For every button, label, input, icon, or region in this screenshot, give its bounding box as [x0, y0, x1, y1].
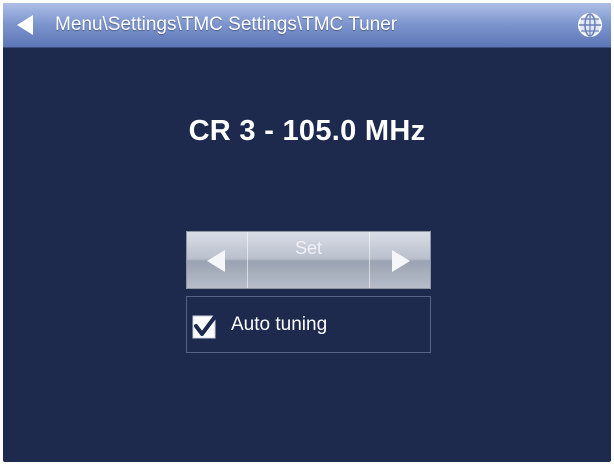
breadcrumb-path: Menu\Settings\TMC Settings\TMC Tuner	[55, 14, 398, 35]
tuner-stepper: Set	[186, 231, 431, 289]
title-bar: Menu\Settings\TMC Settings\TMC Tuner	[3, 3, 611, 48]
right-arrow-icon	[392, 250, 410, 272]
auto-tuning-toggle[interactable]: Auto tuning	[186, 296, 431, 353]
left-arrow-icon	[207, 250, 225, 272]
tmc-tuner-screen: Menu\Settings\TMC Settings\TMC Tuner CR …	[3, 3, 611, 462]
previous-station-button[interactable]	[187, 232, 248, 288]
auto-tuning-label: Auto tuning	[231, 314, 328, 335]
globe-button[interactable]	[575, 10, 605, 40]
station-frequency-label: CR 3 - 105.0 MHz	[188, 115, 426, 147]
back-arrow-icon	[17, 15, 33, 35]
next-station-button[interactable]	[369, 232, 430, 288]
globe-icon	[578, 13, 602, 37]
back-button[interactable]	[3, 3, 47, 47]
checkbox-checked-icon[interactable]	[192, 313, 218, 339]
set-button[interactable]: Set	[247, 238, 370, 259]
